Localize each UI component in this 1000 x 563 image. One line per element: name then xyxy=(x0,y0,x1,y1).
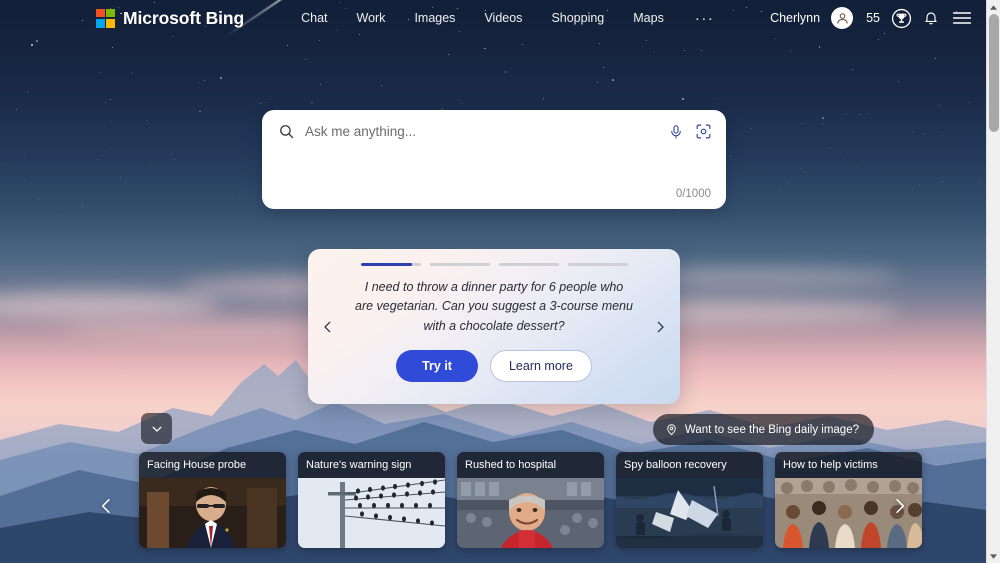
trophy-rewards-icon[interactable] xyxy=(891,8,912,29)
microsoft-logo-icon xyxy=(96,8,115,28)
primary-nav: Chat Work Images Videos Shopping Maps ··… xyxy=(299,7,714,29)
bing-daily-image-button[interactable]: Want to see the Bing daily image? xyxy=(652,414,874,445)
microphone-icon[interactable] xyxy=(668,124,684,140)
rewards-points-count: 55 xyxy=(866,11,880,25)
character-counter: 0/1000 xyxy=(675,188,711,200)
news-carousel-prev-button[interactable] xyxy=(96,493,116,519)
scrollbar-track[interactable] xyxy=(987,14,1000,549)
bing-brand-logo[interactable]: Microsoft Bing xyxy=(96,8,244,29)
news-card[interactable]: Facing House probe xyxy=(139,452,286,548)
header-actions: Cherlynn 55 xyxy=(770,7,972,29)
location-pin-icon xyxy=(665,423,678,436)
scroll-down-arrow-icon[interactable] xyxy=(987,549,1000,563)
visual-search-camera-icon[interactable] xyxy=(695,123,712,140)
news-headline: Facing House probe xyxy=(147,459,247,471)
news-thumbnail-courtroom xyxy=(139,478,286,548)
collapse-feed-button[interactable] xyxy=(141,413,172,444)
suggestion-carousel-card: I need to throw a dinner party for 6 peo… xyxy=(308,249,680,404)
user-name-label: Cherlynn xyxy=(770,11,821,25)
learn-more-button[interactable]: Learn more xyxy=(489,350,592,383)
bing-daily-image-label: Want to see the Bing daily image? xyxy=(684,423,859,436)
news-card-header: Facing House probe xyxy=(139,452,286,478)
nav-item-maps[interactable]: Maps xyxy=(631,7,666,29)
suggestion-prompt-text: I need to throw a dinner party for 6 peo… xyxy=(355,280,633,333)
nav-item-shopping[interactable]: Shopping xyxy=(549,7,606,29)
page-scrollbar[interactable] xyxy=(986,0,1000,563)
news-card-header: How to help victims xyxy=(775,452,922,478)
news-carousel: Facing House probe Nature's warning sign… xyxy=(139,452,922,548)
scrollbar-thumb[interactable] xyxy=(988,14,999,132)
news-card[interactable]: Rushed to hospital xyxy=(457,452,604,548)
nav-item-chat[interactable]: Chat xyxy=(299,7,329,29)
nav-item-videos[interactable]: Videos xyxy=(482,7,524,29)
progress-bar-1[interactable] xyxy=(360,263,421,266)
news-carousel-next-button[interactable] xyxy=(890,493,910,519)
carousel-progress-indicators xyxy=(342,263,646,266)
news-headline: How to help victims xyxy=(783,459,878,471)
top-navigation-bar: Microsoft Bing Chat Work Images Videos S… xyxy=(0,0,986,36)
carousel-next-button[interactable] xyxy=(653,318,668,336)
user-avatar-icon[interactable] xyxy=(831,7,854,29)
news-card[interactable]: Spy balloon recovery xyxy=(616,452,763,548)
search-box[interactable]: 0/1000 xyxy=(262,110,726,209)
bell-icon[interactable] xyxy=(923,10,939,26)
news-card-header: Nature's warning sign xyxy=(298,452,445,478)
search-icon xyxy=(278,123,295,140)
news-headline: Rushed to hospital xyxy=(465,459,557,471)
bing-homepage: Microsoft Bing Chat Work Images Videos S… xyxy=(0,0,1000,563)
search-actions xyxy=(668,123,712,140)
scroll-up-arrow-icon[interactable] xyxy=(987,0,1000,14)
progress-bar-2[interactable] xyxy=(429,263,490,266)
carousel-prev-button[interactable] xyxy=(320,318,335,336)
news-thumbnail-ocean-recovery xyxy=(616,478,763,548)
hamburger-menu-icon[interactable] xyxy=(952,10,972,26)
search-row xyxy=(262,110,726,141)
nav-item-images[interactable]: Images xyxy=(412,7,457,29)
suggestion-card-buttons: Try it Learn more xyxy=(396,350,592,383)
news-thumbnail-birds-on-wire xyxy=(298,478,445,548)
news-headline: Nature's warning sign xyxy=(306,459,412,471)
nav-item-work[interactable]: Work xyxy=(355,7,388,29)
progress-bar-3[interactable] xyxy=(498,263,559,266)
try-it-button[interactable]: Try it xyxy=(396,350,478,383)
brand-name: Microsoft Bing xyxy=(123,7,245,28)
news-headline: Spy balloon recovery xyxy=(624,459,727,471)
search-input[interactable] xyxy=(305,122,658,141)
news-thumbnail-stadium-man xyxy=(457,478,604,548)
progress-bar-4[interactable] xyxy=(567,263,628,266)
nav-more-icon[interactable]: ··· xyxy=(695,10,715,27)
news-card-header: Rushed to hospital xyxy=(457,452,604,478)
news-card[interactable]: Nature's warning sign xyxy=(298,452,445,548)
news-card-header: Spy balloon recovery xyxy=(616,452,763,478)
